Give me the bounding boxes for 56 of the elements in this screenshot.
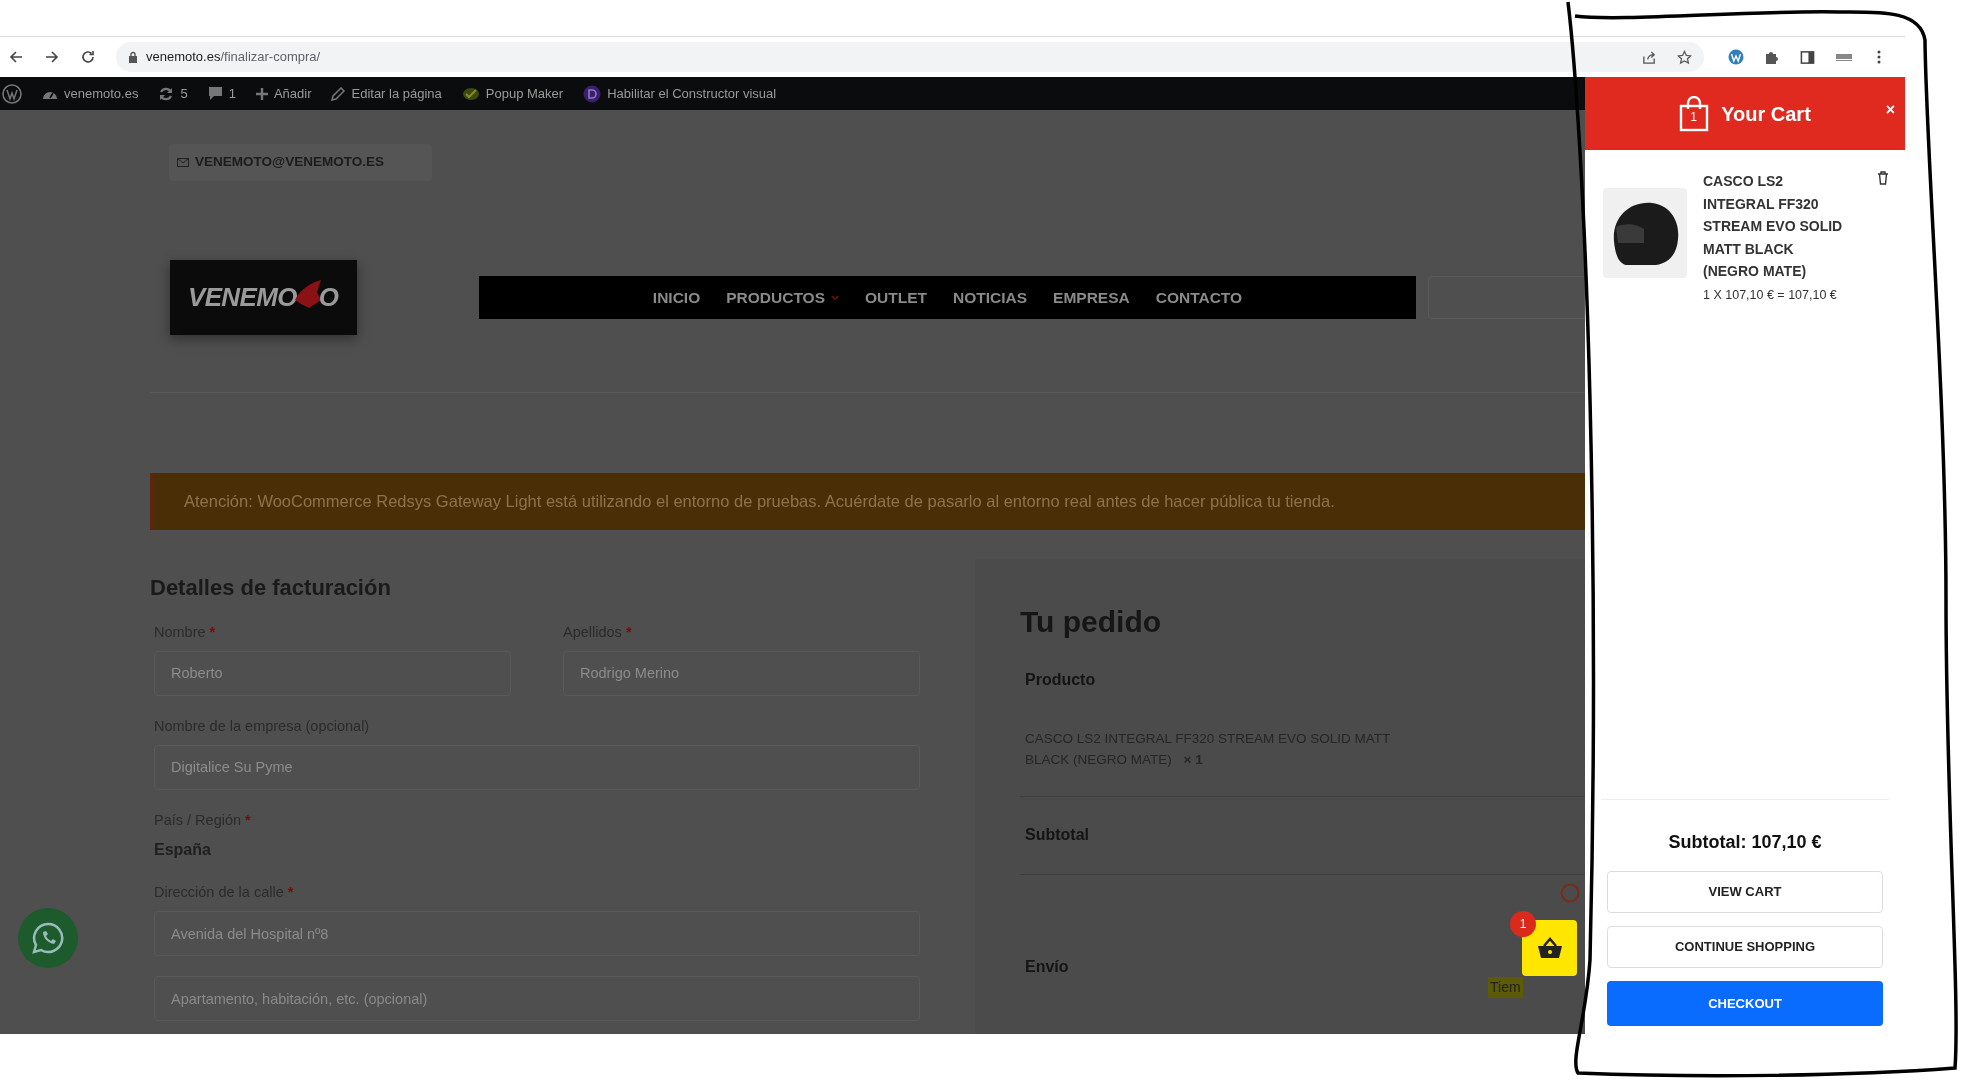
admin-bar-link[interactable]: Editar la página [351, 83, 442, 104]
delete-button[interactable] [1877, 170, 1891, 186]
column-heading: Producto [1025, 670, 1097, 690]
speech-bubble-icon [207, 86, 223, 101]
chat-icon [31, 921, 65, 955]
nav-link[interactable]: CONTACTO [1155, 285, 1243, 310]
cart-button[interactable]: CONTINUE SHOPPING [1607, 926, 1883, 968]
subtotal-label: Subtotal [1025, 825, 1090, 845]
url-text: venemoto.es/finalizar-compra/ [146, 48, 321, 67]
checkout-button[interactable]: CHECKOUT [1607, 981, 1883, 1026]
shipping-text: Tiem [1488, 977, 1523, 998]
address-field[interactable]: Apartamento, habitación, etc. (opcional) [154, 976, 920, 1021]
lock-icon [128, 51, 138, 63]
back-icon[interactable] [8, 49, 24, 65]
product-price: 1 X 107,10 € = 107,10 € [1703, 286, 1838, 304]
close-button[interactable]: × [1885, 102, 1895, 118]
star-icon[interactable] [1677, 49, 1692, 65]
admin-bar-link[interactable]: Habilitar el Constructor visual [607, 83, 777, 104]
side-panel-icon[interactable] [1800, 49, 1815, 65]
nav-link[interactable]: EMPRESA [1053, 285, 1130, 310]
plus-icon [255, 87, 268, 100]
basket-icon [1536, 937, 1563, 959]
shopping-bag-icon [1679, 95, 1710, 132]
product-name[interactable]: CASCO LS2 INTEGRAL FF320 STREAM EVO SOLID MATT BLACK (NEGRO MATE) [1703, 170, 1848, 283]
radio-icon [1560, 883, 1580, 903]
logo-drawing[interactable]: VENEMO O [170, 260, 357, 335]
floating-cart-button[interactable] [1522, 920, 1577, 976]
popup-maker-icon [461, 86, 480, 101]
shipping-label: Envío [1025, 957, 1070, 977]
nav-link[interactable]: INICIO [652, 285, 701, 310]
admin-bar-link[interactable]: Añadir [273, 83, 312, 104]
admin-bar-link[interactable]: 5 [180, 83, 188, 104]
nav-link[interactable]: NOTICIAS [953, 285, 1028, 310]
puzzle-icon[interactable] [1764, 49, 1780, 65]
admin-bar-link[interactable]: Popup Maker [485, 83, 564, 104]
nav-link[interactable]: PRODUCTOS [726, 285, 839, 310]
cart-button[interactable]: VIEW CART [1607, 871, 1883, 913]
cart-title: Your Cart [1721, 101, 1811, 127]
builder-icon [583, 84, 602, 103]
extension-icon[interactable] [1835, 52, 1853, 62]
whatsapp-button[interactable] [18, 908, 78, 968]
nav-link[interactable]: OUTLET [865, 285, 927, 310]
admin-bar-link[interactable]: 1 [228, 83, 236, 104]
notice-text: Atención: WooCommerce Redsys Gateway Light está utilizando el entorno de pruebas. Acuérdate de pasarlo al entorno real antes de hacer pública tu tienda. [184, 491, 1335, 513]
envelope-icon [177, 158, 189, 167]
share-icon[interactable] [1642, 49, 1657, 65]
search-field[interactable] [1428, 276, 1585, 319]
forward-icon[interactable] [44, 49, 60, 65]
refresh-icon [158, 85, 175, 102]
cart-subtotal: Subtotal: 107,10 € [1667, 831, 1823, 854]
menu-icon[interactable] [1877, 50, 1881, 64]
reload-icon[interactable] [80, 49, 96, 65]
admin-bar-link[interactable]: venemoto.es [64, 83, 139, 104]
pencil-icon [331, 86, 346, 101]
address-bar[interactable]: venemoto.es/finalizar-compra/ [116, 42, 1704, 72]
cart-count: 1 [1690, 110, 1697, 123]
